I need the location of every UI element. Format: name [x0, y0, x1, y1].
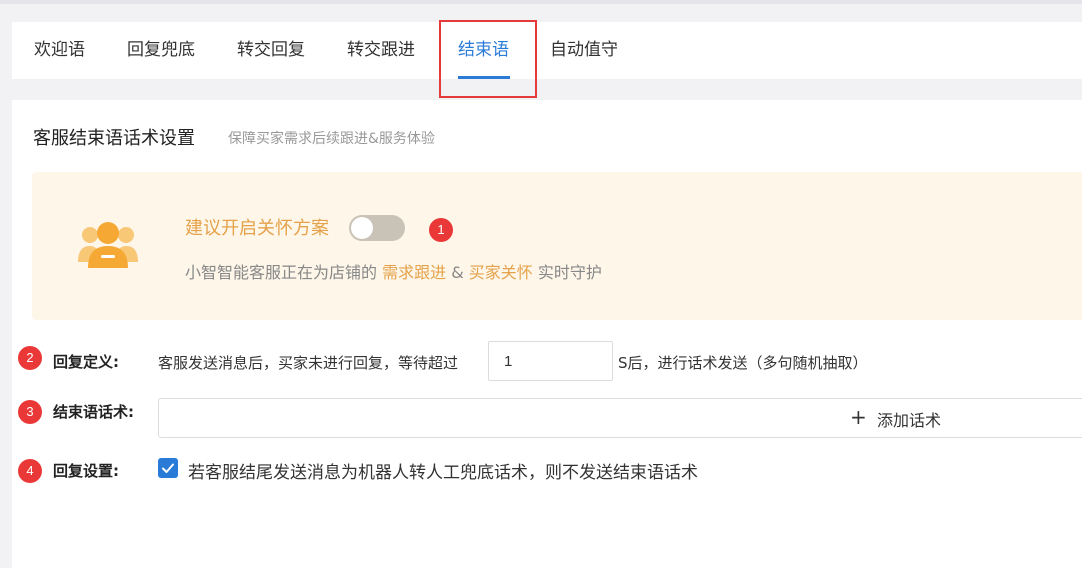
skip-ending-checkbox-label: 若客服结尾发送消息为机器人转人工兜底话术，则不发送结束语话术 — [188, 463, 698, 483]
top-strip — [0, 0, 1082, 4]
banner-desc-suffix: 实时守护 — [537, 263, 602, 282]
tab-welcome[interactable]: 欢迎语 — [34, 22, 85, 79]
step-badge-4: 4 — [18, 459, 42, 483]
tab-reply-fallback[interactable]: 回复兜底 — [127, 22, 195, 79]
banner-desc-amp: & — [451, 263, 464, 282]
plus-icon: + — [850, 405, 867, 429]
check-icon — [162, 463, 174, 473]
tab-auto-duty[interactable]: 自动值守 — [550, 22, 618, 79]
settings-card — [12, 100, 1082, 568]
tab-highlight-box — [439, 20, 537, 98]
wait-seconds-input[interactable] — [488, 341, 613, 381]
reply-definition-label: 回复定义: — [53, 353, 119, 371]
banner-headline: 建议开启关怀方案 — [185, 218, 329, 239]
section-title: 客服结束语话术设置 — [33, 128, 195, 149]
ending-phrases-label: 结束语话术: — [53, 403, 134, 421]
tab-bar: 欢迎语 回复兜底 转交回复 转交跟进 结束语 自动值守 — [12, 22, 1082, 79]
tab-transfer-followup[interactable]: 转交跟进 — [347, 22, 415, 79]
reply-definition-text-before: 客服发送消息后，买家未进行回复，等待超过 — [158, 354, 459, 372]
add-phrase-button[interactable] — [158, 398, 1082, 438]
step-badge-2: 2 — [18, 346, 42, 370]
banner-description: 小智智能客服正在为店铺的 需求跟进 & 买家关怀 实时守护 — [185, 259, 602, 283]
care-plan-toggle[interactable] — [349, 215, 405, 241]
banner-desc-prefix: 小智智能客服正在为店铺的 — [185, 263, 378, 282]
care-banner — [32, 172, 1082, 320]
reply-definition-text-after: S后，进行话术发送（多句随机抽取） — [618, 354, 868, 372]
add-phrase-label: 添加话术 — [877, 411, 942, 430]
customer-service-icon — [78, 222, 138, 268]
banner-desc-highlight-demand: 需求跟进 — [382, 263, 447, 282]
skip-ending-checkbox[interactable] — [158, 458, 178, 478]
section-subtitle: 保障买家需求后续跟进&服务体验 — [228, 131, 435, 147]
step-badge-3: 3 — [18, 400, 42, 424]
tab-transfer-reply[interactable]: 转交回复 — [237, 22, 305, 79]
toggle-knob — [351, 217, 373, 239]
reply-settings-label: 回复设置: — [53, 462, 119, 480]
step-badge-1: 1 — [429, 218, 453, 242]
banner-desc-highlight-care: 买家关怀 — [468, 263, 533, 282]
